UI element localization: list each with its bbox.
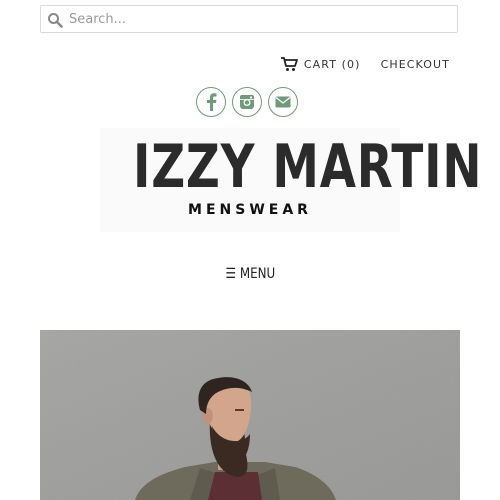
brand-name: IZZY MARTIN (133, 132, 483, 202)
checkout-link[interactable]: CHECKOUT (381, 58, 450, 71)
cart-label: CART (0) (303, 57, 361, 71)
instagram-icon (240, 95, 254, 109)
hero-photo (40, 330, 460, 500)
cart-link[interactable]: CART (0) (280, 56, 361, 72)
cart-bar: CART (0) CHECKOUT (280, 56, 450, 72)
email-link[interactable] (268, 87, 298, 117)
facebook-icon (207, 93, 217, 111)
menu-toggle[interactable]: ☰ MENU (0, 266, 500, 282)
search-input[interactable] (69, 6, 449, 32)
brand-tagline: MENSWEAR (188, 202, 312, 218)
hero-image (40, 330, 460, 500)
search-box[interactable] (40, 5, 458, 33)
brand-logo[interactable]: IZZY MARTIN MENSWEAR (100, 128, 483, 232)
search-icon (48, 13, 63, 28)
facebook-link[interactable] (196, 87, 226, 117)
social-links (196, 87, 298, 117)
envelope-icon (275, 96, 291, 108)
shopping-cart-icon (280, 57, 298, 71)
menu-label: ☰ MENU (225, 266, 275, 282)
instagram-link[interactable] (232, 87, 262, 117)
